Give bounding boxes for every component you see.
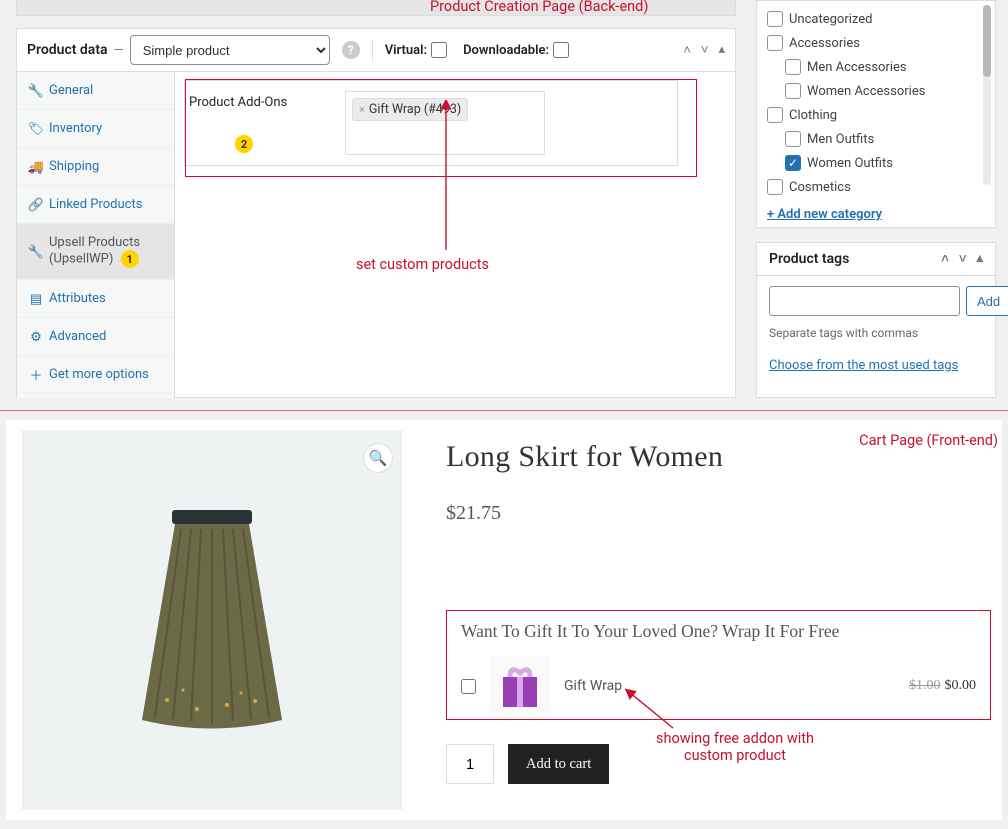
skirt-illustration xyxy=(127,505,297,735)
panel-controls: ˄ ˅ ▴ xyxy=(683,42,725,58)
chip-remove-icon[interactable]: × xyxy=(359,103,365,116)
category-item[interactable]: Men Outfits xyxy=(757,127,995,151)
product-tags-panel: Product tags ˄ ˅ ▴ Add Separate tags wit… xyxy=(756,242,996,398)
tab-advanced[interactable]: ⚙Advanced xyxy=(17,318,174,356)
tags-input[interactable] xyxy=(769,286,960,316)
link-icon: 🔗 xyxy=(29,198,43,212)
category-label: Uncategorized xyxy=(789,12,872,27)
choose-most-used-tags-link[interactable]: Choose from the most used tags xyxy=(769,358,958,373)
addon-product-image[interactable] xyxy=(490,656,550,716)
product-price: $21.75 xyxy=(446,502,986,525)
category-item[interactable]: Uncategorized xyxy=(757,7,995,31)
category-checkbox[interactable] xyxy=(785,59,801,75)
panel-collapse-icon[interactable]: ▴ xyxy=(976,251,983,267)
addon-offer-heading: Want To Gift It To Your Loved One? Wrap … xyxy=(461,621,976,642)
product-addons-row: Product Add-Ons × Gift Wrap (#493) 2 xyxy=(184,80,678,166)
tags-help-text: Separate tags with commas xyxy=(769,326,983,340)
category-label: Men Accessories xyxy=(807,60,907,75)
tab-attributes[interactable]: ▤Attributes xyxy=(17,280,174,318)
tags-add-button[interactable]: Add xyxy=(966,286,1008,316)
tag-icon: 🏷 xyxy=(29,122,43,136)
annotation-badge-2: 2 xyxy=(235,135,253,153)
category-checkbox[interactable] xyxy=(767,107,783,123)
downloadable-checkbox-label[interactable]: Downloadable: xyxy=(463,42,569,58)
category-item[interactable]: Cosmetics xyxy=(757,175,995,199)
addon-checkbox[interactable] xyxy=(461,679,476,694)
list-icon: ▤ xyxy=(29,292,43,306)
virtual-checkbox[interactable] xyxy=(431,42,447,58)
addon-product-name: Gift Wrap xyxy=(564,678,622,694)
virtual-checkbox-label[interactable]: Virtual: xyxy=(385,42,447,58)
category-label: Clothing xyxy=(789,108,837,123)
product-data-panel: Product data — Simple product ? Virtual:… xyxy=(16,28,736,398)
wrench-icon: 🔧 xyxy=(29,84,43,98)
product-title: Long Skirt for Women xyxy=(446,440,986,474)
panel-down-icon[interactable]: ˅ xyxy=(959,251,967,267)
category-label: Women Accessories xyxy=(807,84,925,99)
category-checkbox[interactable] xyxy=(767,35,783,51)
category-item[interactable]: Accessories xyxy=(757,31,995,55)
panel-collapse-icon[interactable]: ▴ xyxy=(718,42,725,58)
annotation-badge-1: 1 xyxy=(121,250,139,268)
product-categories-panel: Uncategorized Accessories Men Accessories W… xyxy=(756,0,996,228)
addon-price: $1.00$0.00 xyxy=(909,678,976,694)
panel-up-icon[interactable]: ˄ xyxy=(683,42,691,58)
category-checkbox[interactable] xyxy=(785,83,801,99)
category-label: Accessories xyxy=(789,36,860,51)
product-image[interactable]: 🔍 xyxy=(22,430,402,810)
tab-inventory[interactable]: 🏷Inventory xyxy=(17,110,174,148)
tab-upsell-products[interactable]: 🔧 Upsell Products (UpsellWP) 1 xyxy=(17,224,174,280)
category-checkbox[interactable] xyxy=(767,179,783,195)
product-addons-label: Product Add-Ons xyxy=(185,81,345,110)
add-new-category-link[interactable]: + Add new category xyxy=(757,199,892,230)
category-item[interactable]: Women Accessories xyxy=(757,79,995,103)
product-addons-select[interactable]: × Gift Wrap (#493) xyxy=(345,91,545,155)
product-data-content: Product Add-Ons × Gift Wrap (#493) 2 xyxy=(175,72,735,398)
tab-general[interactable]: 🔧General xyxy=(17,72,174,110)
product-data-header: Product data — Simple product ? Virtual:… xyxy=(17,29,735,72)
product-type-select[interactable]: Simple product xyxy=(130,35,330,65)
panel-up-icon[interactable]: ˄ xyxy=(941,251,949,267)
tab-linked-products[interactable]: 🔗Linked Products xyxy=(17,186,174,224)
annotation-showing-free: showing free addon withcustom product xyxy=(656,730,814,764)
product-data-tabs: 🔧General 🏷Inventory 🚚Shipping 🔗Linked Pr… xyxy=(17,72,175,398)
product-data-title: Product data xyxy=(27,42,108,58)
annotation-divider xyxy=(0,410,1008,411)
plus-icon: ＋ xyxy=(29,368,43,382)
frontend-preview: Cart Page (Front-end) 🔍 Long Skirt for W… xyxy=(6,420,1002,820)
wrench-icon: 🔧 xyxy=(29,245,43,259)
tab-shipping[interactable]: 🚚Shipping xyxy=(17,148,174,186)
panel-down-icon[interactable]: ˅ xyxy=(701,42,709,58)
category-checkbox[interactable]: ✓ xyxy=(785,155,801,171)
tab-get-more-options[interactable]: ＋Get more options xyxy=(17,356,174,394)
category-label: Men Outfits xyxy=(807,132,874,147)
add-to-cart-button[interactable]: Add to cart xyxy=(508,744,609,784)
zoom-icon[interactable]: 🔍 xyxy=(364,444,392,472)
help-icon[interactable]: ? xyxy=(342,41,360,59)
product-tags-title: Product tags xyxy=(769,251,849,267)
category-label: Cosmetics xyxy=(789,180,851,195)
quantity-input[interactable] xyxy=(446,744,494,784)
downloadable-checkbox[interactable] xyxy=(553,42,569,58)
scrollbar-thumb[interactable] xyxy=(983,5,991,77)
category-item[interactable]: Clothing xyxy=(757,103,995,127)
category-checkbox[interactable] xyxy=(767,11,783,27)
collapsed-panel-bar xyxy=(16,0,736,16)
category-label: Women Outfits xyxy=(807,156,893,171)
addon-chip-giftwrap[interactable]: × Gift Wrap (#493) xyxy=(352,98,468,121)
truck-icon: 🚚 xyxy=(29,160,43,174)
category-checkbox[interactable] xyxy=(785,131,801,147)
category-item[interactable]: ✓ Women Outfits xyxy=(757,151,995,175)
gear-icon: ⚙ xyxy=(29,330,43,344)
category-item[interactable]: Men Accessories xyxy=(757,55,995,79)
addon-offer-box: Want To Gift It To Your Loved One? Wrap … xyxy=(446,610,991,720)
